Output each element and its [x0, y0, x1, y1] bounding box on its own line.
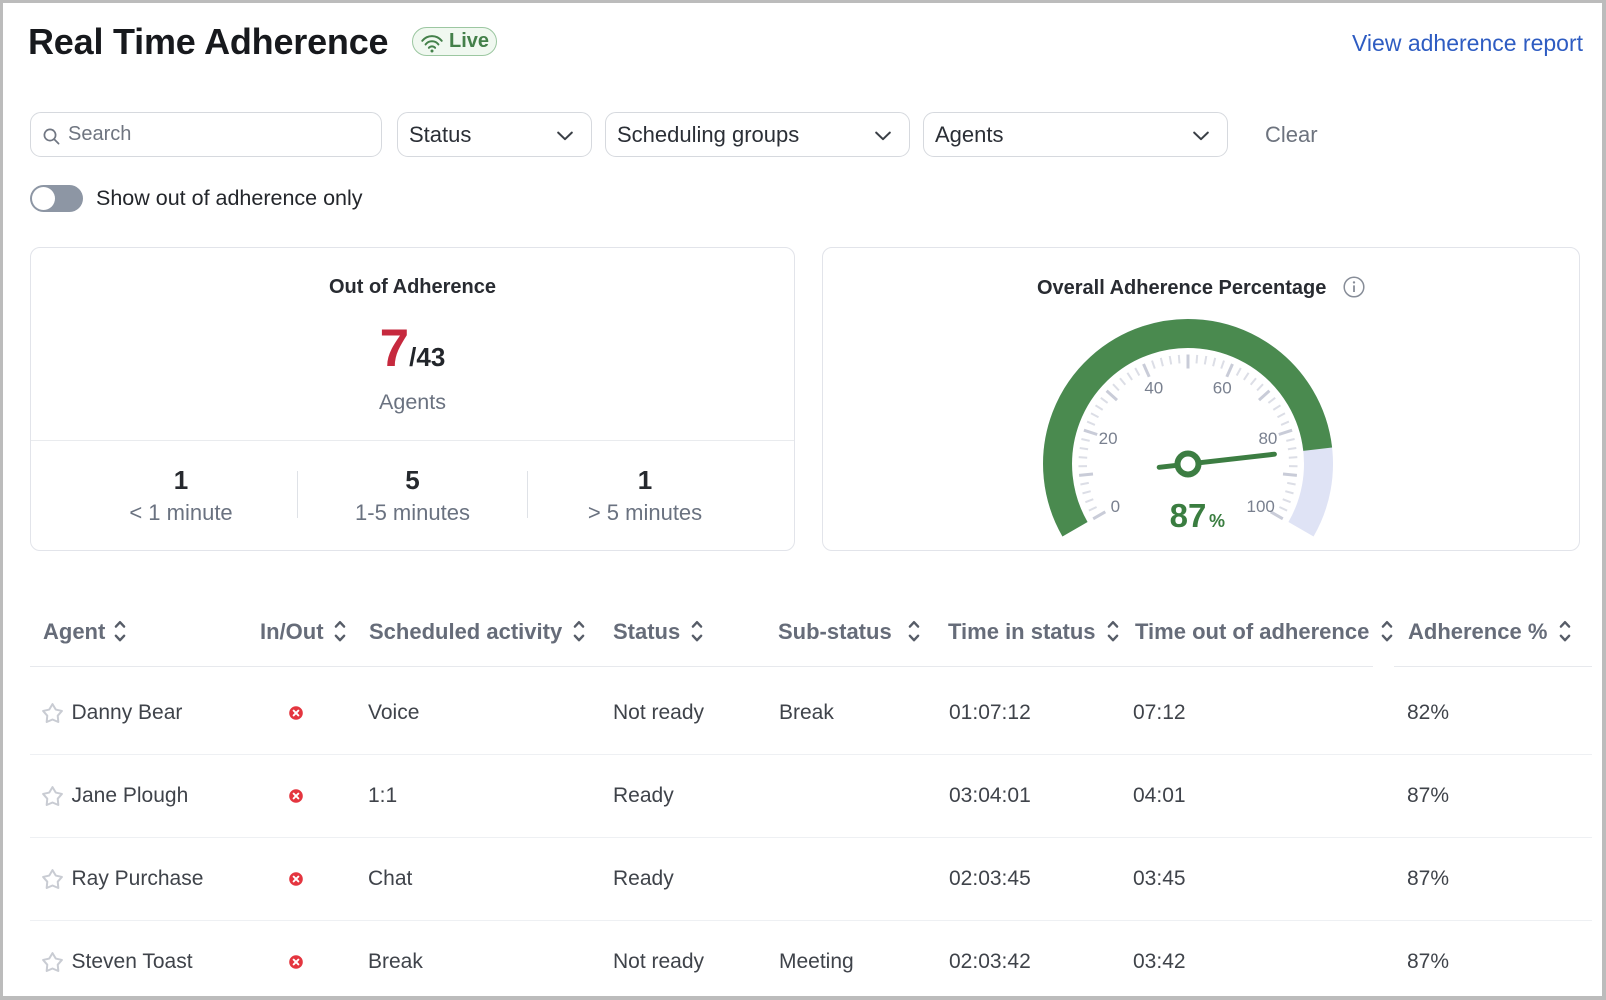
svg-text:0: 0: [1111, 497, 1120, 516]
svg-text:20: 20: [1099, 429, 1118, 448]
svg-text:100: 100: [1247, 497, 1275, 516]
svg-text:87: 87: [1170, 497, 1207, 534]
svg-text:80: 80: [1258, 429, 1277, 448]
svg-text:40: 40: [1144, 378, 1163, 397]
svg-text:%: %: [1209, 511, 1225, 531]
svg-text:60: 60: [1213, 378, 1232, 397]
